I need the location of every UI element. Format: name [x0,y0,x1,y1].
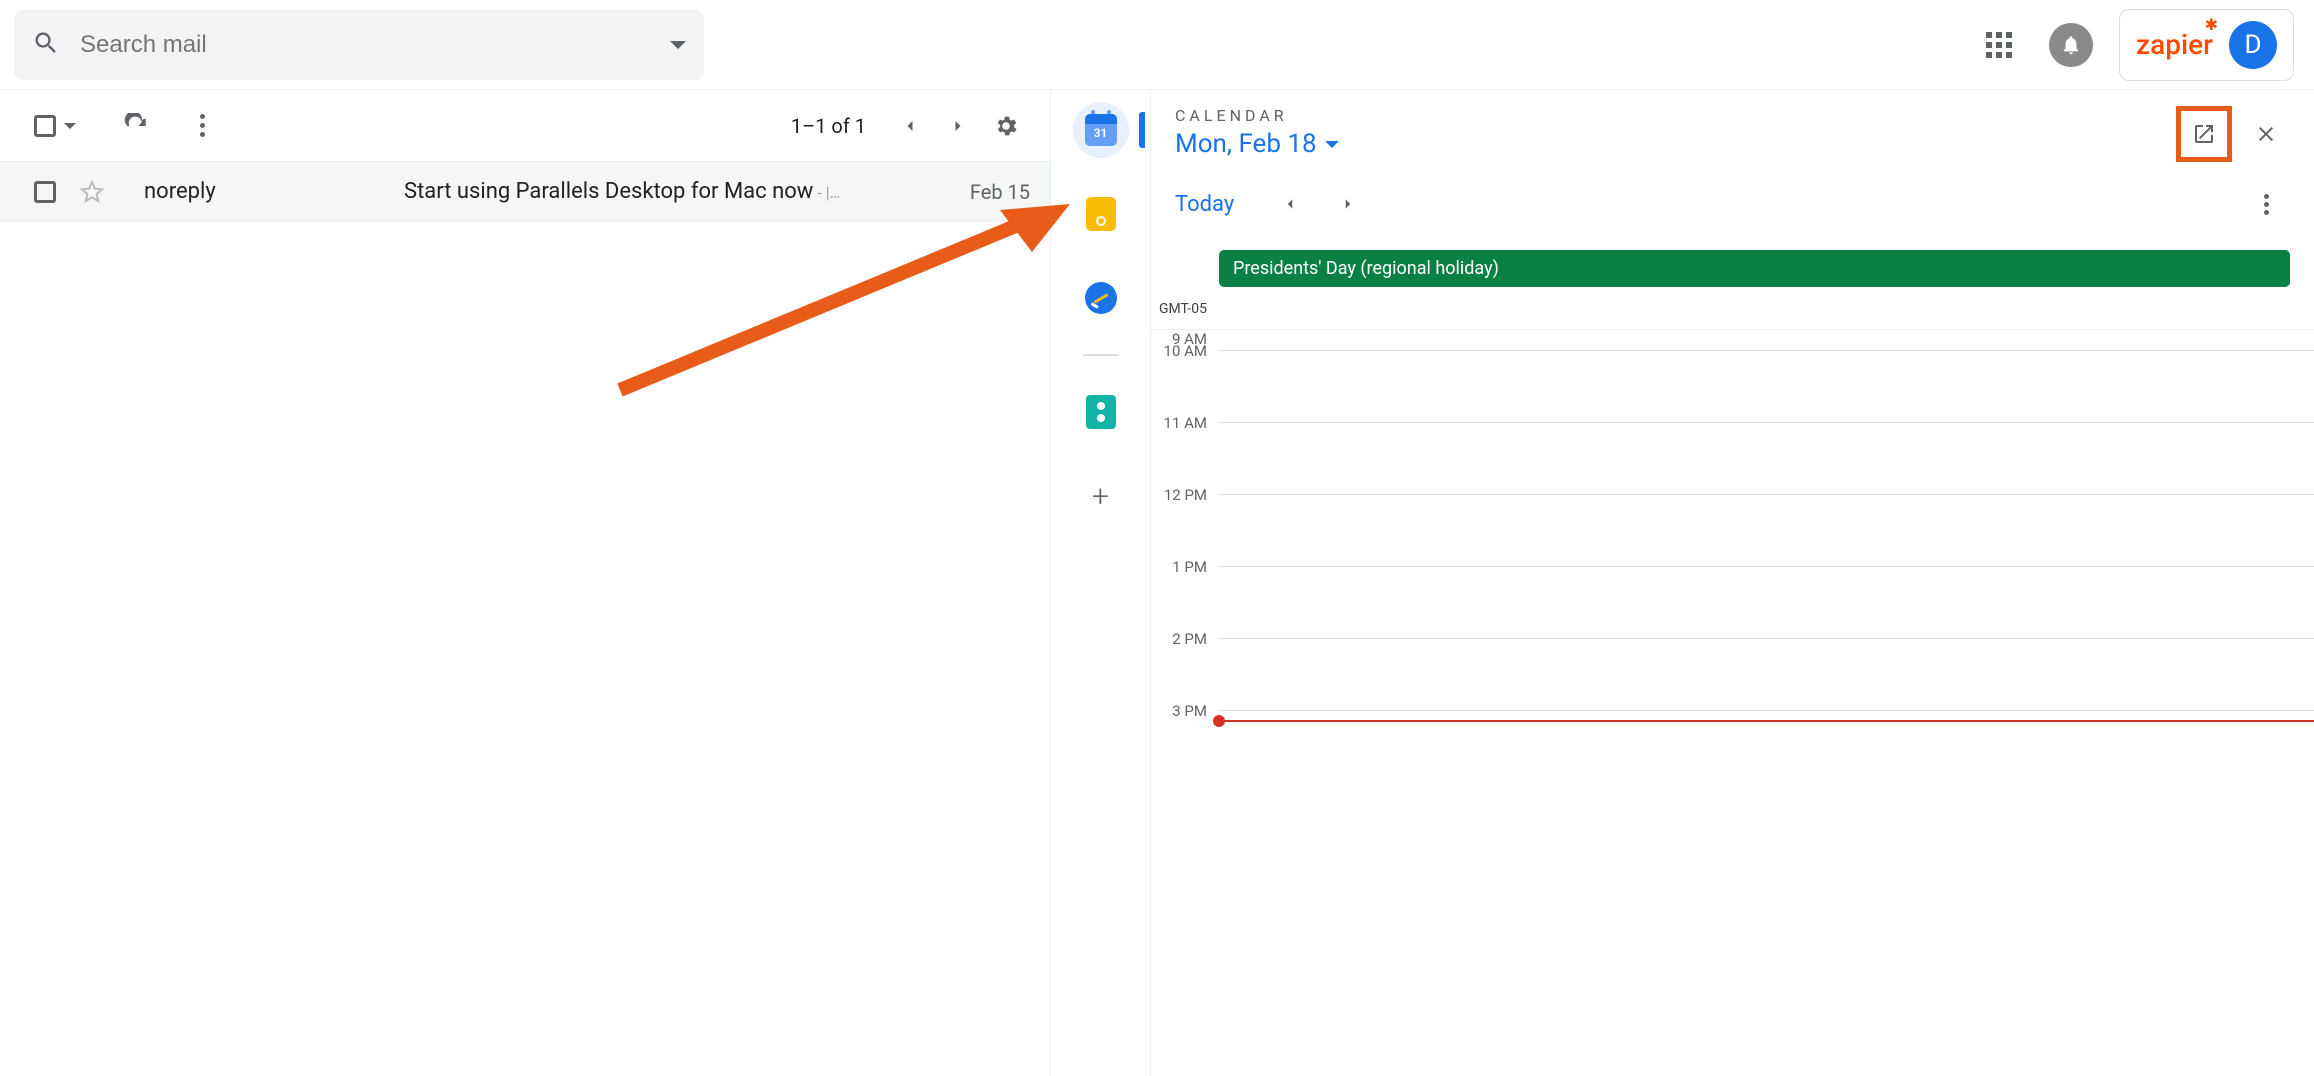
mail-date: Feb 15 [970,180,1030,204]
apps-grid-icon [1986,32,2012,58]
more-vert-icon [200,114,205,137]
search-options-dropdown[interactable] [670,41,686,49]
prev-day-button[interactable] [1266,180,1314,228]
sidebar-calendar-button[interactable]: 31 [1073,102,1129,158]
gear-icon [993,113,1019,139]
sidebar-tasks-button[interactable] [1073,270,1129,326]
close-panel-button[interactable] [2242,110,2290,158]
notifications-button[interactable] [2047,21,2095,69]
calendar-icon: 31 [1085,114,1117,146]
bell-icon [2049,23,2093,67]
avatar[interactable]: D [2229,21,2277,69]
close-icon [2254,122,2278,146]
star-button[interactable] [68,168,116,216]
mail-subject: Start using Parallels Desktop for Mac no… [404,179,813,204]
search-box[interactable] [14,10,704,80]
mail-preview: - |… [813,183,840,202]
more-vert-icon [2264,191,2269,218]
checkbox-icon [34,115,56,137]
chevron-left-icon [900,116,920,136]
open-in-new-icon [2192,122,2216,146]
time-label: 3 PM [1151,702,1219,720]
sidebar-keep-button[interactable] [1073,186,1129,242]
keep-icon [1086,197,1116,231]
holiday-event[interactable]: Presidents' Day (regional holiday) [1219,250,2290,287]
calendar-timeline[interactable]: 9 AM 10 AM 11 AM 12 PM 1 PM 2 PM 3 PM [1151,329,2314,1076]
calendar-panel: CALENDAR Mon, Feb 18 Today [1150,90,2314,1076]
calendar-date: Mon, Feb 18 [1175,129,1317,159]
pager-next-button[interactable] [934,102,982,150]
chevron-left-icon [1281,195,1299,213]
calendar-more-button[interactable] [2242,180,2290,228]
plus-icon: + [1092,479,1109,514]
zapier-logo: zapier✱ [2136,28,2213,61]
time-label: 1 PM [1151,558,1219,576]
more-actions-button[interactable] [178,102,226,150]
refresh-icon [123,113,149,139]
next-day-button[interactable] [1324,180,1372,228]
current-time-indicator [1219,720,2314,722]
sidebar-divider [1083,354,1119,356]
calendar-label: CALENDAR [1175,106,1339,125]
sidebar-addon-button[interactable] [1073,384,1129,440]
settings-button[interactable] [982,102,1030,150]
chevron-right-icon [948,116,968,136]
pager-text: 1–1 of 1 [791,114,866,138]
select-all-checkbox[interactable] [34,115,76,137]
sidebar-get-addons-button[interactable]: + [1073,468,1129,524]
google-apps-button[interactable] [1975,21,2023,69]
pager-prev-button[interactable] [886,102,934,150]
open-in-new-button[interactable] [2176,106,2232,162]
today-button[interactable]: Today [1175,192,1234,217]
chevron-down-icon [64,123,76,129]
refresh-button[interactable] [112,102,160,150]
time-label: 10 AM [1151,342,1219,360]
tasks-icon [1085,282,1117,314]
time-label: 2 PM [1151,630,1219,648]
star-icon [80,180,104,204]
search-icon [32,29,60,61]
row-checkbox[interactable] [34,181,56,203]
addon-icon [1086,395,1116,429]
calendar-date-picker[interactable]: Mon, Feb 18 [1175,129,1339,159]
mail-subject-line: Start using Parallels Desktop for Mac no… [404,179,840,204]
mail-sender: noreply [144,179,404,204]
search-input[interactable] [80,31,670,59]
chevron-down-icon [1325,141,1339,148]
addons-sidebar: 31 + [1050,90,1150,1076]
mail-row[interactable]: noreply Start using Parallels Desktop fo… [0,162,1050,222]
avatar-initial: D [2244,30,2261,60]
time-label: 11 AM [1151,414,1219,432]
timezone-label: GMT-05 [1151,301,2314,317]
time-label: 12 PM [1151,486,1219,504]
chevron-right-icon [1339,195,1357,213]
extension-brand-box[interactable]: zapier✱ D [2119,9,2294,81]
